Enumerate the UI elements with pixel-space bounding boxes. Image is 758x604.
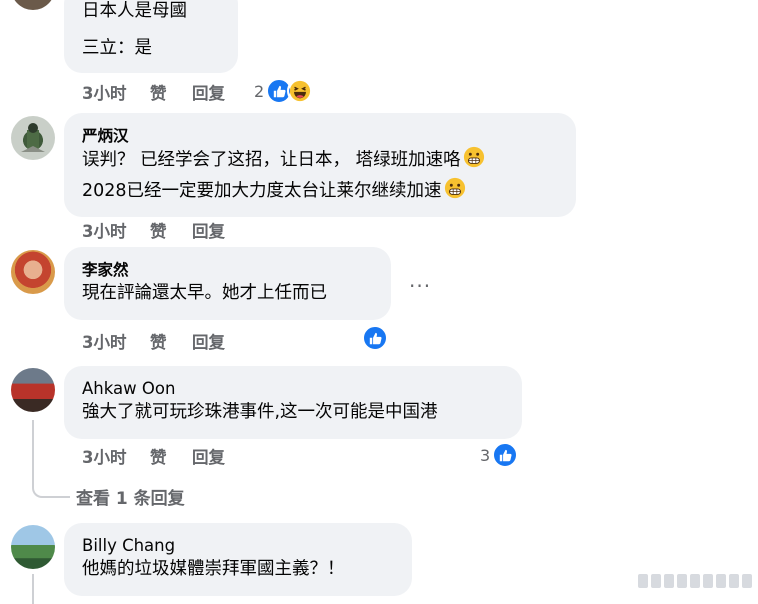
comment-text-line: 強大了就可玩珍珠港事件,这一次可能是中国港 (82, 402, 438, 422)
comment-time[interactable]: 3小时 (82, 218, 150, 242)
comment-time[interactable]: 3小时 (82, 80, 150, 104)
reply-button[interactable]: 回复 (192, 329, 252, 353)
reply-button[interactable]: 回复 (192, 80, 252, 104)
comment-actions: 3小时 赞 回复 (82, 330, 252, 352)
comment-time[interactable]: 3小时 (82, 329, 150, 353)
comment-author[interactable]: Billy Chang (82, 536, 400, 556)
haha-reaction-icon (287, 78, 314, 104)
comment-bubble: 日本人是母國 三立：是 (64, 0, 238, 73)
reactions[interactable]: 2 (254, 78, 314, 104)
like-button[interactable]: 赞 (150, 218, 192, 242)
grimace-emoji-icon (444, 177, 466, 208)
comment-bubble: Billy Chang 他媽的垃圾媒體崇拜軍國主義？！ (64, 523, 412, 596)
comment-bubble: 李家然 現在評論還太早。她才上任而已 (64, 247, 391, 320)
like-reaction-icon (362, 325, 388, 351)
reply-thread-line (32, 574, 34, 604)
comment-text-line: 误判？ 已经学会了这招，让日本， 塔绿班加速咯 (82, 146, 564, 177)
comment-actions: 3小时 赞 回复 (82, 219, 252, 241)
comment-text-line: 三立：是 (82, 38, 152, 58)
comment-author[interactable]: 李家然 (82, 260, 379, 280)
avatar[interactable] (11, 0, 55, 10)
reply-thread-line (32, 420, 70, 498)
watermark (638, 574, 752, 588)
comment-text-line: 2028已经一定要加大力度太台让莱尔继续加速 (82, 177, 564, 208)
comment-text-line: 日本人是母國 (82, 1, 187, 21)
grimace-emoji-icon (463, 146, 485, 177)
more-options-icon[interactable]: ··· (409, 274, 431, 298)
comment-bubble: Ahkaw Oon 強大了就可玩珍珠港事件,这一次可能是中国港 (64, 366, 522, 439)
avatar[interactable] (11, 250, 55, 294)
reply-button[interactable]: 回复 (192, 444, 252, 468)
comment-actions: 3小时 赞 回复 (82, 81, 252, 103)
comment-text-line: 他媽的垃圾媒體崇拜軍國主義？！ (82, 559, 345, 579)
view-replies-link[interactable]: 查看 1 条回复 (76, 484, 185, 509)
like-button[interactable]: 赞 (150, 444, 192, 468)
like-button[interactable]: 赞 (150, 80, 192, 104)
comment-time[interactable]: 3小时 (82, 444, 150, 468)
like-button[interactable]: 赞 (150, 329, 192, 353)
comment-author[interactable]: Ahkaw Oon (82, 379, 510, 399)
reaction-count: 2 (254, 81, 265, 101)
avatar[interactable] (11, 368, 55, 412)
comment-bubble: 严炳汉 误判？ 已经学会了这招，让日本， 塔绿班加速咯 2028已经一定要加大力… (64, 113, 576, 217)
avatar[interactable] (11, 525, 55, 569)
comment-text-line: 現在評論還太早。她才上任而已 (82, 283, 327, 303)
reactions[interactable] (362, 325, 388, 351)
like-reaction-icon (492, 442, 519, 468)
comment-actions: 3小时 赞 回复 (82, 445, 252, 467)
reaction-count: 3 (480, 445, 491, 465)
comment-text: 误判？ 已经学会了这招，让日本， 塔绿班加速咯 (82, 150, 461, 170)
reactions[interactable]: 3 (480, 442, 519, 468)
comment-text: 2028已经一定要加大力度太台让莱尔继续加速 (82, 181, 442, 201)
reply-button[interactable]: 回复 (192, 218, 252, 242)
avatar[interactable] (11, 116, 55, 160)
comment-author[interactable]: 严炳汉 (82, 126, 564, 146)
